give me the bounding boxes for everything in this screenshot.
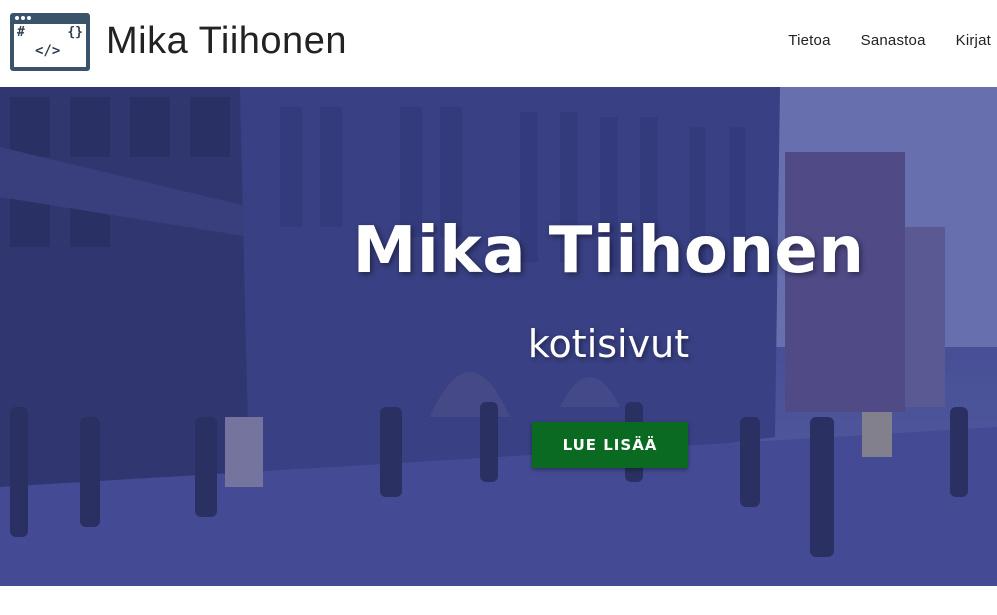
logo-screen: # {} </> xyxy=(14,24,86,67)
hash-glyph: # xyxy=(17,25,25,40)
nav-link-sanastoa[interactable]: Sanastoa xyxy=(861,32,926,49)
code-tag-glyph: </> xyxy=(35,43,61,59)
nav-link-kirjat[interactable]: Kirjat xyxy=(956,32,991,49)
code-window-icon[interactable]: # {} </> xyxy=(10,13,90,71)
window-dots xyxy=(15,16,33,21)
hero-subtitle: kotisivut xyxy=(527,322,690,366)
hero-section: Mika Tiihonen kotisivut LUE LISÄÄ xyxy=(0,87,997,586)
read-more-button[interactable]: LUE LISÄÄ xyxy=(532,422,688,468)
site-title[interactable]: Mika Tiihonen xyxy=(106,19,347,63)
hero-title: Mika Tiihonen xyxy=(352,214,865,288)
nav-link-tietoa[interactable]: Tietoa xyxy=(788,32,830,49)
main-nav: Tietoa Sanastoa Kirjat xyxy=(758,32,991,49)
braces-glyph: {} xyxy=(67,25,83,40)
site-header: # {} </> Mika Tiihonen Tietoa Sanastoa K… xyxy=(0,0,997,87)
